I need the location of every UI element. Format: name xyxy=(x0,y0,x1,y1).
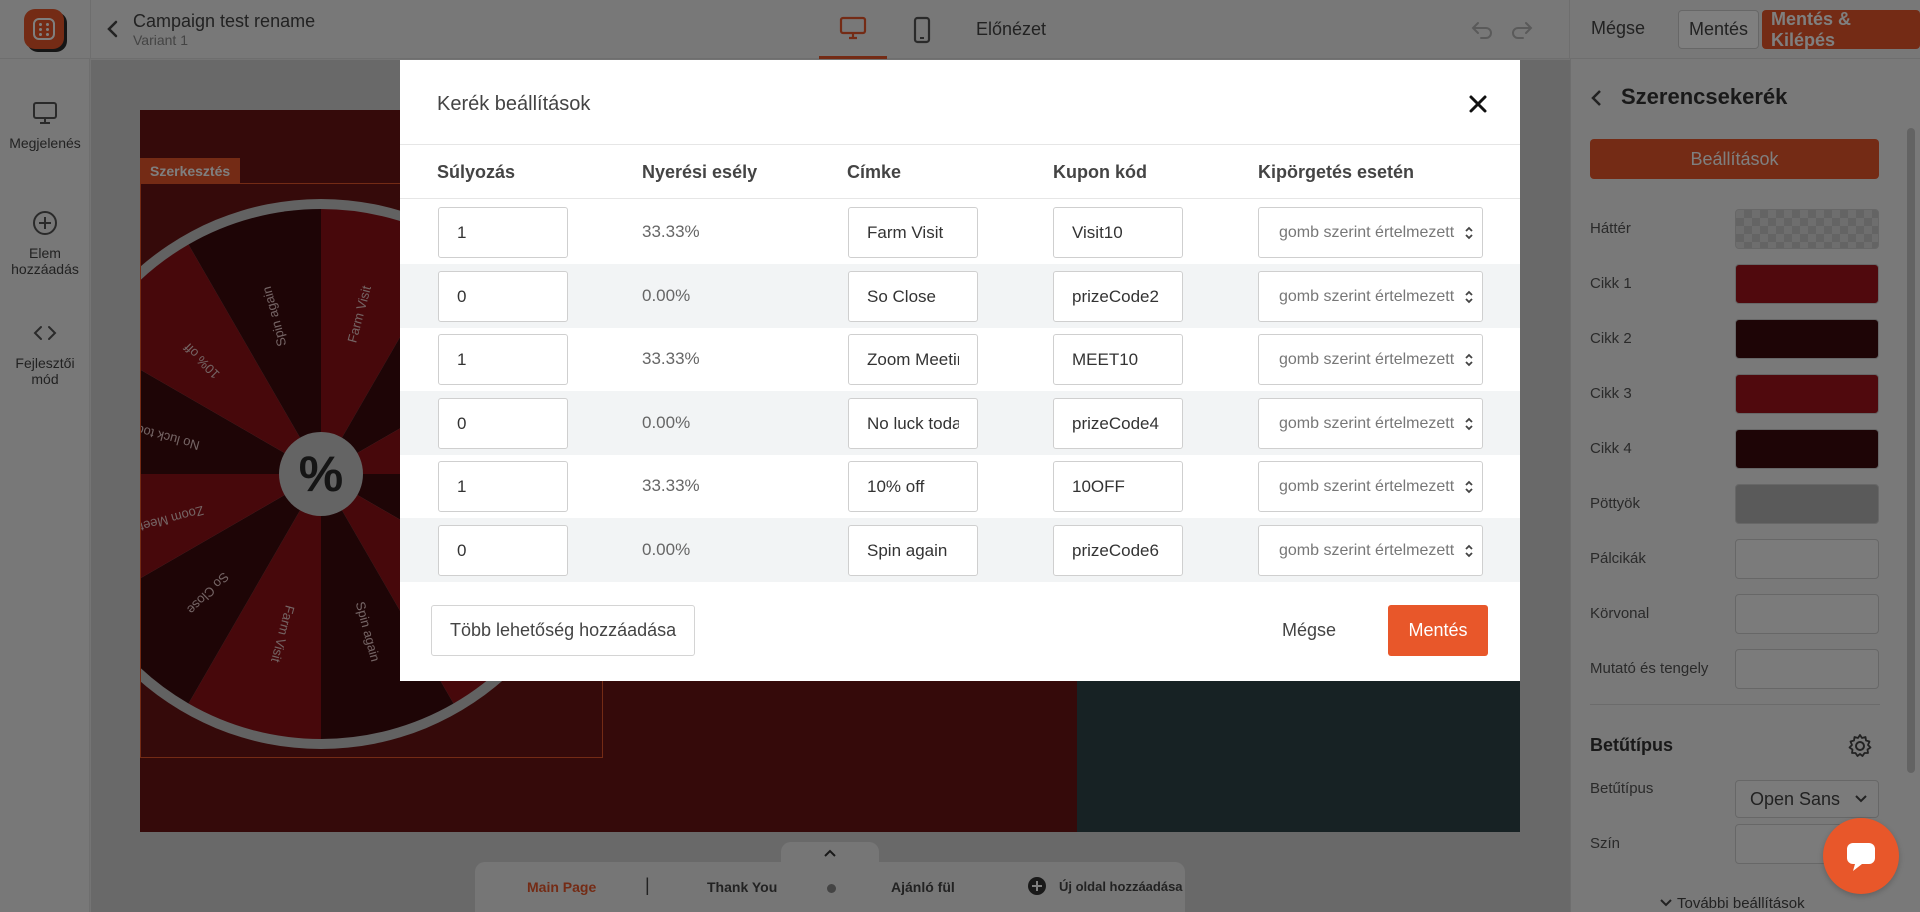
modal-cancel-button[interactable]: Mégse xyxy=(1282,620,1336,641)
table-header: Súlyozás Nyerési esély Címke Kupon kód K… xyxy=(400,144,1520,199)
win-chance: 33.33% xyxy=(642,349,700,368)
chat-icon xyxy=(1847,843,1875,871)
column-header: Nyerési esély xyxy=(642,162,758,182)
spin-action-select[interactable]: gomb szerint értelmezett xyxy=(1258,525,1483,576)
modal-title: Kerék beállítások xyxy=(437,93,591,115)
win-chance: 33.33% xyxy=(642,476,700,495)
chat-button[interactable] xyxy=(1823,818,1899,894)
weight-input[interactable] xyxy=(438,525,568,576)
table-row: 33.33% gomb szerint értelmezett xyxy=(400,327,1520,391)
chevron-updown-icon xyxy=(1465,353,1473,367)
coupon-input[interactable] xyxy=(1053,271,1183,322)
column-header: Kipörgetés esetén xyxy=(1258,162,1415,182)
label-input[interactable] xyxy=(848,461,978,512)
spin-action-value: gomb szerint értelmezett xyxy=(1279,541,1455,559)
table-row: 33.33% gomb szerint értelmezett xyxy=(400,454,1520,518)
weight-input[interactable] xyxy=(438,207,568,258)
chevron-updown-icon xyxy=(1465,417,1473,431)
chevron-updown-icon xyxy=(1465,480,1473,494)
chevron-updown-icon xyxy=(1465,226,1473,240)
spin-action-select[interactable]: gomb szerint értelmezett xyxy=(1258,461,1483,512)
win-chance: 0.00% xyxy=(642,286,691,305)
label-input[interactable] xyxy=(848,398,978,449)
label-input[interactable] xyxy=(848,334,978,385)
spin-action-select[interactable]: gomb szerint értelmezett xyxy=(1258,334,1483,385)
spin-action-select[interactable]: gomb szerint értelmezett xyxy=(1258,271,1483,322)
spin-action-value: gomb szerint értelmezett xyxy=(1279,414,1455,432)
add-more-options-button[interactable]: Több lehetőség hozzáadása xyxy=(431,605,696,656)
win-chance: 33.33% xyxy=(642,222,700,241)
win-chance: 0.00% xyxy=(642,540,691,559)
table-row: 0.00% gomb szerint értelmezett xyxy=(400,518,1520,582)
column-header: Kupon kód xyxy=(1053,162,1147,182)
spin-action-value: gomb szerint értelmezett xyxy=(1279,223,1455,241)
spin-action-value: gomb szerint értelmezett xyxy=(1279,287,1455,305)
chevron-updown-icon xyxy=(1465,290,1473,304)
table-row: 33.33% gomb szerint értelmezett xyxy=(400,200,1520,264)
weight-input[interactable] xyxy=(438,398,568,449)
weight-input[interactable] xyxy=(438,334,568,385)
win-chance: 0.00% xyxy=(642,413,691,432)
coupon-input[interactable] xyxy=(1053,207,1183,258)
spin-action-value: gomb szerint értelmezett xyxy=(1279,477,1455,495)
label-input[interactable] xyxy=(848,525,978,576)
label-input[interactable] xyxy=(848,207,978,258)
table-row: 0.00% gomb szerint értelmezett xyxy=(400,264,1520,328)
column-header: Címke xyxy=(847,162,902,182)
modal-save-button[interactable]: Mentés xyxy=(1388,605,1488,656)
coupon-input[interactable] xyxy=(1053,525,1183,576)
close-icon[interactable] xyxy=(1466,92,1490,116)
weight-input[interactable] xyxy=(438,461,568,512)
chevron-updown-icon xyxy=(1465,544,1473,558)
table-row: 0.00% gomb szerint értelmezett xyxy=(400,391,1520,455)
coupon-input[interactable] xyxy=(1053,461,1183,512)
label-input[interactable] xyxy=(848,271,978,322)
wheel-settings-modal: Kerék beállítások Súlyozás Nyerési esély… xyxy=(400,60,1520,681)
weight-input[interactable] xyxy=(438,271,568,322)
spin-action-value: gomb szerint értelmezett xyxy=(1279,350,1455,368)
coupon-input[interactable] xyxy=(1053,334,1183,385)
column-header: Súlyozás xyxy=(437,162,516,182)
spin-action-select[interactable]: gomb szerint értelmezett xyxy=(1258,398,1483,449)
spin-action-select[interactable]: gomb szerint értelmezett xyxy=(1258,207,1483,258)
coupon-input[interactable] xyxy=(1053,398,1183,449)
